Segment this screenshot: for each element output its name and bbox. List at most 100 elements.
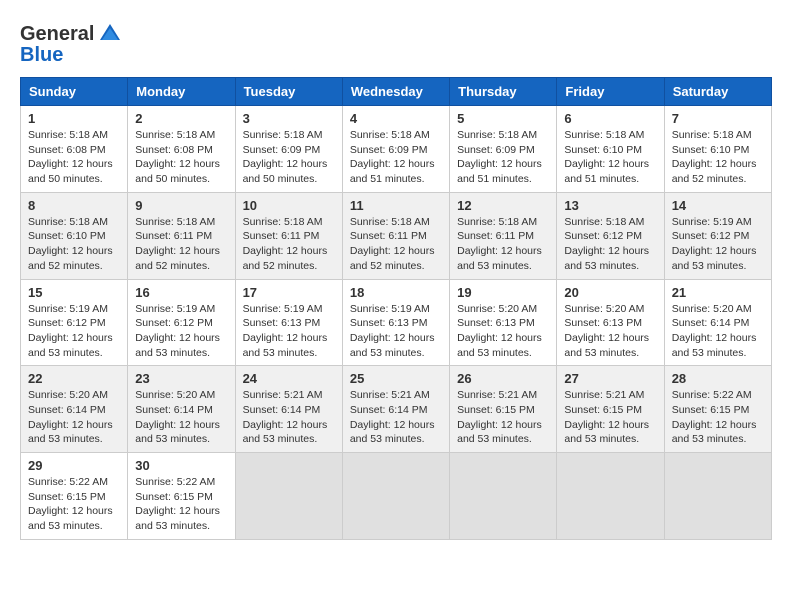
table-row: 14 Sunrise: 5:19 AMSunset: 6:12 PMDaylig… [664,192,771,279]
day-info: Sunrise: 5:19 AMSunset: 6:13 PMDaylight:… [243,303,328,359]
table-row: 29 Sunrise: 5:22 AMSunset: 6:15 PMDaylig… [21,453,128,540]
table-row: 2 Sunrise: 5:18 AMSunset: 6:08 PMDayligh… [128,106,235,193]
table-row: 18 Sunrise: 5:19 AMSunset: 6:13 PMDaylig… [342,279,449,366]
day-number: 22 [28,371,120,386]
logo: General Blue [20,20,124,67]
table-row [664,453,771,540]
table-row [557,453,664,540]
day-info: Sunrise: 5:18 AMSunset: 6:09 PMDaylight:… [457,129,542,185]
day-info: Sunrise: 5:19 AMSunset: 6:13 PMDaylight:… [350,303,435,359]
table-row: 17 Sunrise: 5:19 AMSunset: 6:13 PMDaylig… [235,279,342,366]
day-number: 14 [672,198,764,213]
day-number: 1 [28,111,120,126]
day-number: 5 [457,111,549,126]
day-number: 28 [672,371,764,386]
day-info: Sunrise: 5:18 AMSunset: 6:11 PMDaylight:… [350,216,435,272]
day-info: Sunrise: 5:21 AMSunset: 6:14 PMDaylight:… [243,389,328,445]
day-number: 3 [243,111,335,126]
page-header: General Blue [20,20,772,67]
table-row: 4 Sunrise: 5:18 AMSunset: 6:09 PMDayligh… [342,106,449,193]
header-tuesday: Tuesday [235,78,342,106]
day-number: 4 [350,111,442,126]
day-info: Sunrise: 5:20 AMSunset: 6:14 PMDaylight:… [672,303,757,359]
table-row: 26 Sunrise: 5:21 AMSunset: 6:15 PMDaylig… [450,366,557,453]
day-number: 26 [457,371,549,386]
day-number: 17 [243,285,335,300]
day-number: 27 [564,371,656,386]
day-number: 16 [135,285,227,300]
day-info: Sunrise: 5:19 AMSunset: 6:12 PMDaylight:… [28,303,113,359]
table-row [235,453,342,540]
table-row: 5 Sunrise: 5:18 AMSunset: 6:09 PMDayligh… [450,106,557,193]
day-number: 15 [28,285,120,300]
day-info: Sunrise: 5:22 AMSunset: 6:15 PMDaylight:… [135,476,220,532]
day-info: Sunrise: 5:18 AMSunset: 6:10 PMDaylight:… [28,216,113,272]
header-thursday: Thursday [450,78,557,106]
table-row: 11 Sunrise: 5:18 AMSunset: 6:11 PMDaylig… [342,192,449,279]
day-number: 30 [135,458,227,473]
table-row: 1 Sunrise: 5:18 AMSunset: 6:08 PMDayligh… [21,106,128,193]
day-number: 19 [457,285,549,300]
calendar-week-row: 29 Sunrise: 5:22 AMSunset: 6:15 PMDaylig… [21,453,772,540]
day-number: 21 [672,285,764,300]
table-row: 15 Sunrise: 5:19 AMSunset: 6:12 PMDaylig… [21,279,128,366]
table-row: 13 Sunrise: 5:18 AMSunset: 6:12 PMDaylig… [557,192,664,279]
table-row: 20 Sunrise: 5:20 AMSunset: 6:13 PMDaylig… [557,279,664,366]
logo-general: General [20,23,94,46]
day-number: 7 [672,111,764,126]
calendar-week-row: 15 Sunrise: 5:19 AMSunset: 6:12 PMDaylig… [21,279,772,366]
calendar-week-row: 1 Sunrise: 5:18 AMSunset: 6:08 PMDayligh… [21,106,772,193]
table-row: 8 Sunrise: 5:18 AMSunset: 6:10 PMDayligh… [21,192,128,279]
table-row: 21 Sunrise: 5:20 AMSunset: 6:14 PMDaylig… [664,279,771,366]
table-row: 10 Sunrise: 5:18 AMSunset: 6:11 PMDaylig… [235,192,342,279]
table-row [342,453,449,540]
day-number: 20 [564,285,656,300]
day-number: 12 [457,198,549,213]
day-number: 8 [28,198,120,213]
day-info: Sunrise: 5:20 AMSunset: 6:13 PMDaylight:… [457,303,542,359]
day-number: 2 [135,111,227,126]
day-info: Sunrise: 5:18 AMSunset: 6:08 PMDaylight:… [28,129,113,185]
header-monday: Monday [128,78,235,106]
table-row: 27 Sunrise: 5:21 AMSunset: 6:15 PMDaylig… [557,366,664,453]
day-info: Sunrise: 5:18 AMSunset: 6:12 PMDaylight:… [564,216,649,272]
table-row: 3 Sunrise: 5:18 AMSunset: 6:09 PMDayligh… [235,106,342,193]
table-row: 25 Sunrise: 5:21 AMSunset: 6:14 PMDaylig… [342,366,449,453]
day-number: 6 [564,111,656,126]
day-info: Sunrise: 5:21 AMSunset: 6:14 PMDaylight:… [350,389,435,445]
day-info: Sunrise: 5:20 AMSunset: 6:14 PMDaylight:… [28,389,113,445]
day-number: 13 [564,198,656,213]
day-info: Sunrise: 5:20 AMSunset: 6:14 PMDaylight:… [135,389,220,445]
day-info: Sunrise: 5:18 AMSunset: 6:09 PMDaylight:… [350,129,435,185]
day-number: 18 [350,285,442,300]
day-number: 10 [243,198,335,213]
header-friday: Friday [557,78,664,106]
calendar-week-row: 22 Sunrise: 5:20 AMSunset: 6:14 PMDaylig… [21,366,772,453]
table-row [450,453,557,540]
day-number: 9 [135,198,227,213]
calendar-week-row: 8 Sunrise: 5:18 AMSunset: 6:10 PMDayligh… [21,192,772,279]
day-info: Sunrise: 5:18 AMSunset: 6:09 PMDaylight:… [243,129,328,185]
day-number: 23 [135,371,227,386]
table-row: 24 Sunrise: 5:21 AMSunset: 6:14 PMDaylig… [235,366,342,453]
header-sunday: Sunday [21,78,128,106]
day-number: 29 [28,458,120,473]
table-row: 23 Sunrise: 5:20 AMSunset: 6:14 PMDaylig… [128,366,235,453]
table-row: 6 Sunrise: 5:18 AMSunset: 6:10 PMDayligh… [557,106,664,193]
table-row: 12 Sunrise: 5:18 AMSunset: 6:11 PMDaylig… [450,192,557,279]
day-info: Sunrise: 5:22 AMSunset: 6:15 PMDaylight:… [672,389,757,445]
calendar-table: Sunday Monday Tuesday Wednesday Thursday… [20,77,772,540]
day-info: Sunrise: 5:18 AMSunset: 6:11 PMDaylight:… [135,216,220,272]
day-info: Sunrise: 5:18 AMSunset: 6:11 PMDaylight:… [243,216,328,272]
day-info: Sunrise: 5:18 AMSunset: 6:10 PMDaylight:… [564,129,649,185]
header-wednesday: Wednesday [342,78,449,106]
calendar-header-row: Sunday Monday Tuesday Wednesday Thursday… [21,78,772,106]
logo-blue: Blue [20,44,63,67]
table-row: 30 Sunrise: 5:22 AMSunset: 6:15 PMDaylig… [128,453,235,540]
table-row: 28 Sunrise: 5:22 AMSunset: 6:15 PMDaylig… [664,366,771,453]
table-row: 19 Sunrise: 5:20 AMSunset: 6:13 PMDaylig… [450,279,557,366]
day-info: Sunrise: 5:19 AMSunset: 6:12 PMDaylight:… [135,303,220,359]
day-info: Sunrise: 5:19 AMSunset: 6:12 PMDaylight:… [672,216,757,272]
day-info: Sunrise: 5:20 AMSunset: 6:13 PMDaylight:… [564,303,649,359]
day-number: 25 [350,371,442,386]
